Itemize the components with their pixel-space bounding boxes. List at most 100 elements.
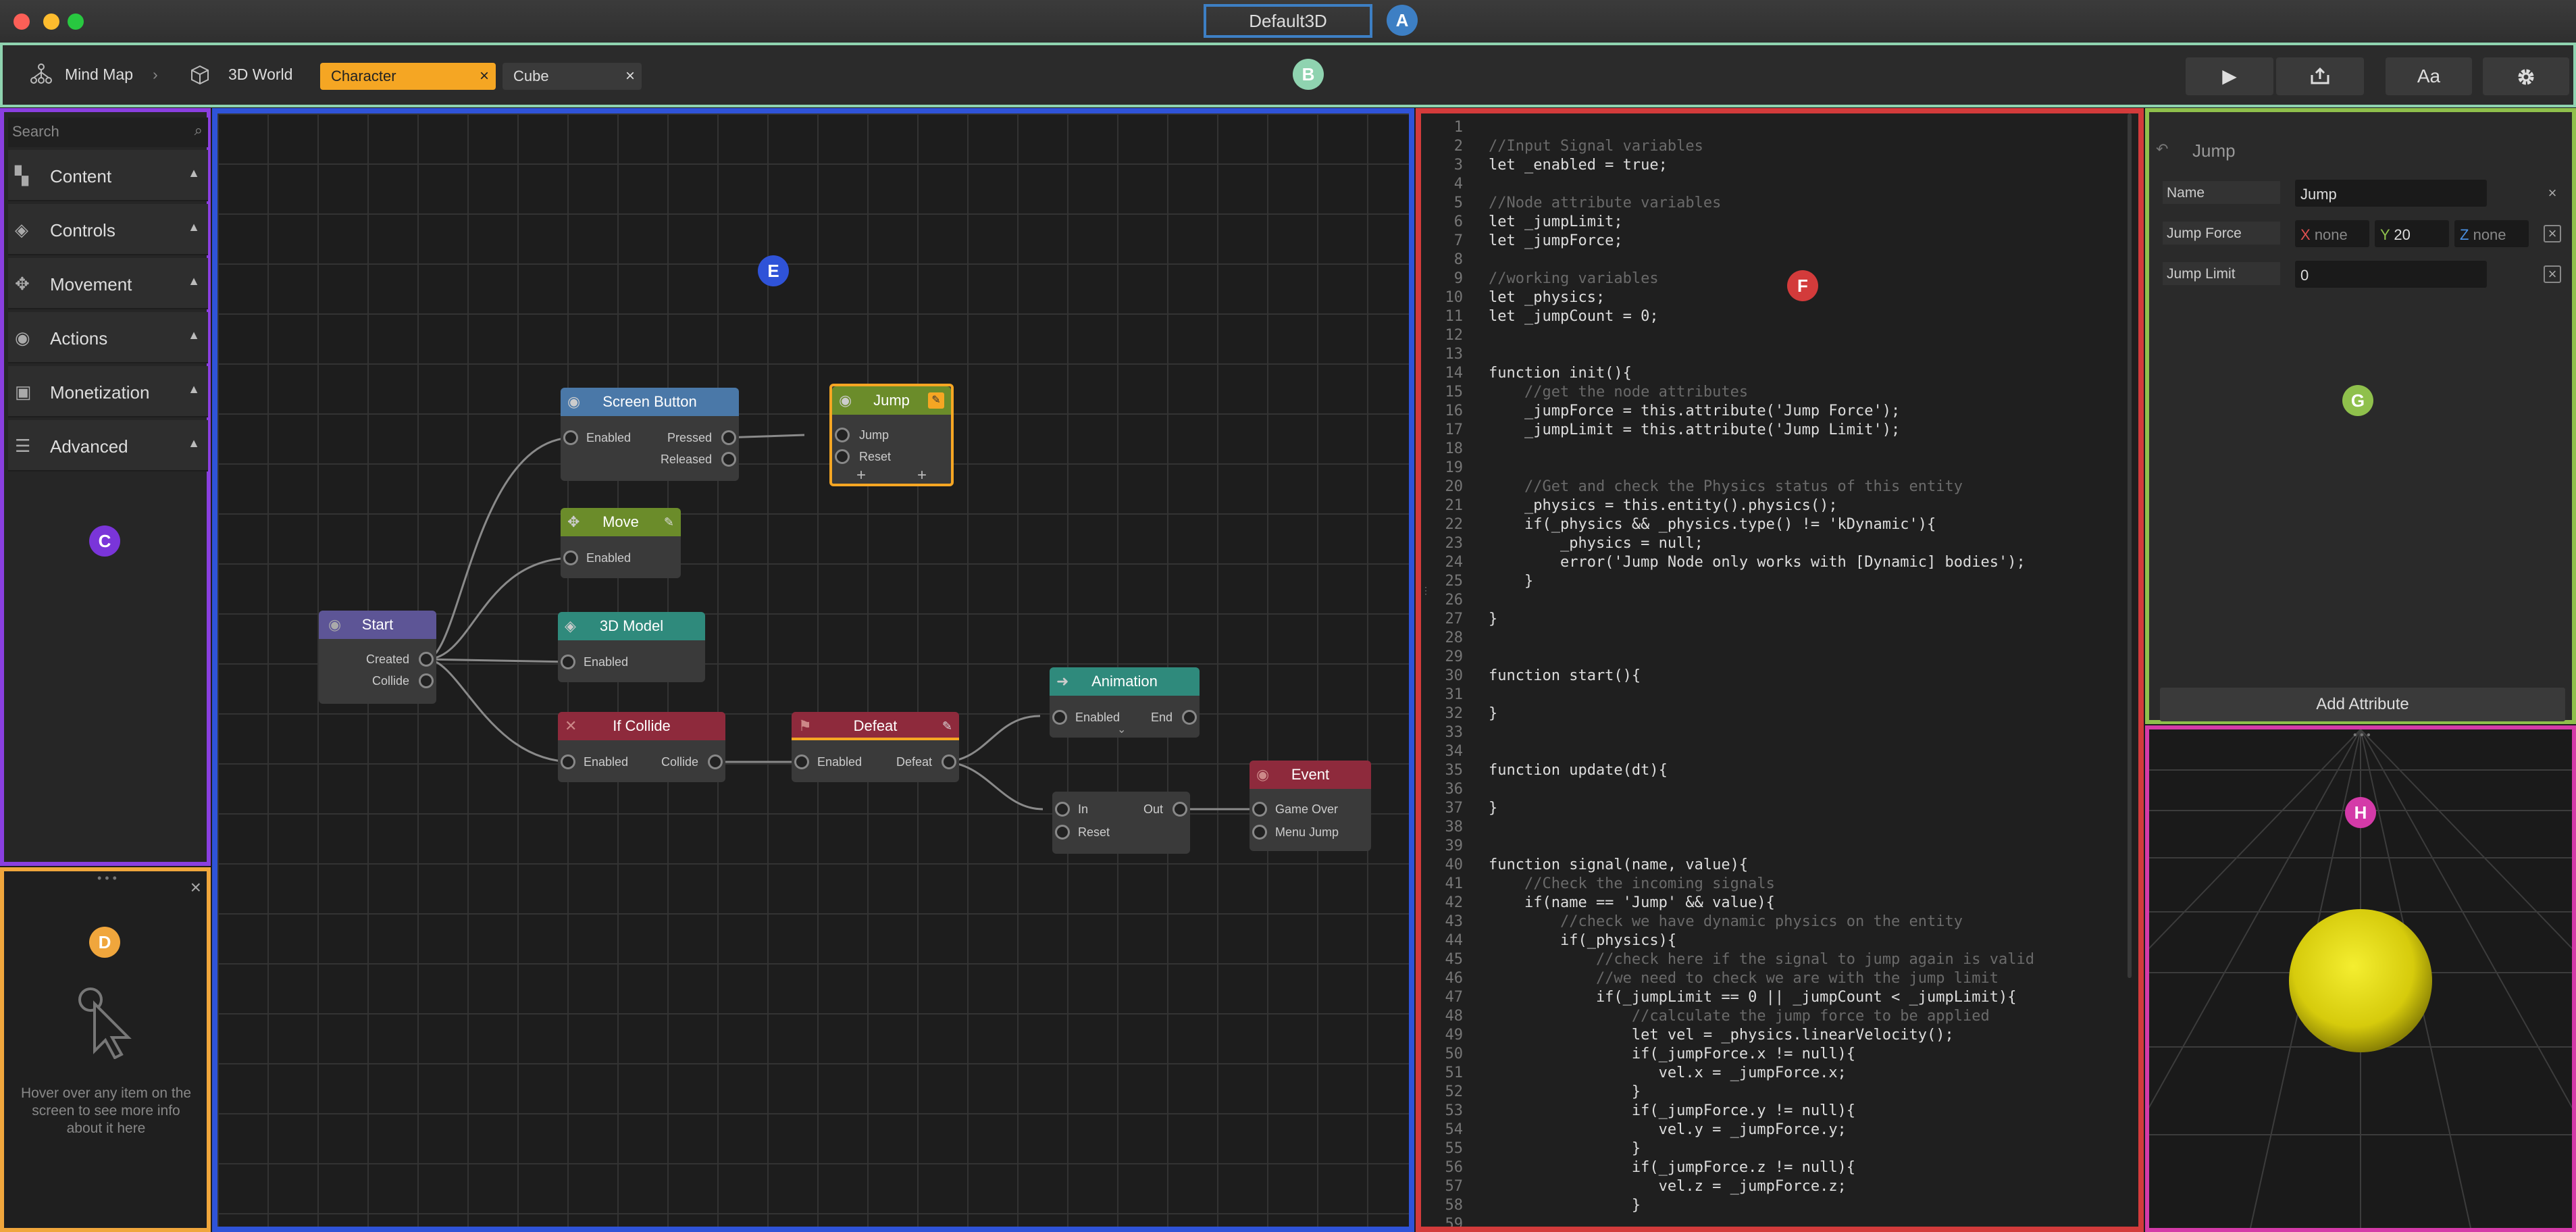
- clear-icon[interactable]: ×: [2544, 265, 2561, 283]
- jump-force-y-field[interactable]: Y 20: [2375, 220, 2449, 247]
- resize-handle[interactable]: • • •: [2353, 729, 2371, 742]
- 3d-viewport[interactable]: • • • H: [2145, 725, 2576, 1232]
- port-out[interactable]: [419, 652, 434, 667]
- node-screen-button[interactable]: ◉ Screen Button Enabled Pressed Released: [561, 388, 739, 481]
- port-in[interactable]: [563, 550, 578, 565]
- play-button[interactable]: ▶: [2186, 57, 2273, 95]
- line-number: 9: [1453, 270, 1463, 287]
- breadcrumb-mind-map[interactable]: Mind Map: [65, 66, 133, 84]
- port-in[interactable]: [794, 754, 809, 769]
- node-if-collide[interactable]: ✕ If Collide Enabled Collide: [558, 712, 725, 782]
- chevron-down-icon[interactable]: ⌄: [1117, 723, 1126, 736]
- code-line: _physics = null;: [1489, 535, 1703, 552]
- port-out[interactable]: [708, 754, 723, 769]
- node-event[interactable]: ◉ Event Game Over Menu Jump: [1250, 761, 1371, 851]
- port-label: Created: [365, 652, 409, 666]
- add-port-icon[interactable]: +: [917, 466, 927, 485]
- port-out[interactable]: [1173, 802, 1187, 817]
- node-icon: ➜: [1056, 673, 1069, 690]
- edit-icon[interactable]: ✎: [664, 508, 674, 536]
- close-window-button[interactable]: [14, 14, 30, 30]
- port-in[interactable]: [835, 428, 850, 442]
- search-input[interactable]: Search ⌕: [8, 118, 208, 147]
- node-animation[interactable]: ➜ Animation Enabled End ⌄: [1050, 667, 1200, 738]
- port-out[interactable]: [1182, 710, 1197, 725]
- port-out[interactable]: [721, 430, 736, 445]
- add-port-icon[interactable]: +: [856, 466, 866, 485]
- resize-handle[interactable]: ⋮: [1421, 585, 1431, 612]
- code-editor[interactable]: 1 2//Input Signal variables 3 let _enabled …: [1416, 108, 2144, 1232]
- category-actions[interactable]: ◉ Actions ▲: [8, 312, 208, 363]
- tab-cube-label: Cube: [513, 68, 549, 84]
- name-field[interactable]: Jump: [2295, 180, 2487, 207]
- tab-character[interactable]: Character ×: [320, 63, 496, 90]
- title-bar: Default3D A: [0, 0, 2576, 43]
- category-label: Movement: [50, 274, 132, 294]
- grid-icon: ▚: [15, 165, 28, 186]
- node-defeat[interactable]: ⚑ Defeat ✎ Enabled Defeat: [792, 712, 959, 782]
- clear-icon[interactable]: ×: [2544, 184, 2561, 202]
- code-line: function start(){: [1489, 667, 1641, 684]
- port-in[interactable]: [1252, 802, 1267, 817]
- edit-icon[interactable]: ✎: [942, 712, 952, 740]
- node-sequence[interactable]: In Reset Out: [1052, 792, 1190, 854]
- tab-cube[interactable]: Cube ×: [503, 63, 642, 90]
- line-number: 12: [1445, 327, 1464, 344]
- jump-force-x-field[interactable]: X none: [2295, 220, 2369, 247]
- port-in[interactable]: [835, 449, 850, 464]
- maximize-window-button[interactable]: [68, 14, 84, 30]
- node-graph-canvas[interactable]: ◉ Start Created Collide ◉ Screen Button En…: [212, 108, 1414, 1232]
- port-out[interactable]: [942, 754, 956, 769]
- jump-limit-field[interactable]: 0: [2295, 261, 2487, 288]
- category-content[interactable]: ▚ Content ▲: [8, 150, 208, 201]
- close-tab-icon[interactable]: ×: [625, 63, 635, 90]
- category-advanced[interactable]: ☰ Advanced ▲: [8, 420, 208, 471]
- minimize-window-button[interactable]: [43, 14, 59, 30]
- jump-force-z-field[interactable]: Z none: [2454, 220, 2529, 247]
- marker-a: A: [1387, 5, 1418, 36]
- node-header: ➜ Animation: [1050, 667, 1200, 696]
- node-3d-model[interactable]: ◈ 3D Model Enabled: [558, 612, 705, 682]
- breadcrumb-3d-world[interactable]: 3D World: [228, 66, 292, 84]
- marker-h: H: [2345, 797, 2376, 828]
- scrollbar[interactable]: [2128, 113, 2132, 978]
- resize-handle[interactable]: • • •: [97, 871, 117, 886]
- export-button[interactable]: [2276, 57, 2364, 95]
- port-in[interactable]: [1052, 710, 1067, 725]
- port-in[interactable]: [563, 430, 578, 445]
- port-in[interactable]: [1252, 825, 1267, 840]
- back-arrow-icon[interactable]: ↶: [2156, 140, 2168, 158]
- port-out[interactable]: [721, 452, 736, 467]
- clear-icon[interactable]: ×: [2544, 225, 2561, 242]
- code-line: _jumpForce = this.attribute('Jump Force'…: [1489, 403, 1901, 419]
- port-in[interactable]: [561, 654, 575, 669]
- controls-icon: ◈: [15, 220, 28, 240]
- line-number: 46: [1445, 970, 1464, 987]
- marker-c: C: [89, 525, 120, 557]
- node-jump[interactable]: ◉ Jump ✎ Jump Reset + +: [829, 384, 954, 486]
- sphere-model[interactable]: [2289, 909, 2432, 1052]
- port-in[interactable]: [1055, 802, 1070, 817]
- add-attribute-button[interactable]: Add Attribute: [2160, 688, 2565, 721]
- code-line: //Node attribute variables: [1489, 195, 1722, 211]
- node-start[interactable]: ◉ Start Created Collide: [319, 611, 436, 704]
- line-number: 29: [1445, 648, 1464, 665]
- code-line: //get the node attributes: [1489, 384, 1749, 401]
- line-number: 21: [1445, 497, 1464, 514]
- port-in[interactable]: [1055, 825, 1070, 840]
- category-movement[interactable]: ✥ Movement ▲: [8, 258, 208, 309]
- port-label: In: [1078, 802, 1089, 816]
- category-monetization[interactable]: ▣ Monetization ▲: [8, 366, 208, 417]
- line-number: 58: [1445, 1197, 1464, 1214]
- settings-button[interactable]: [2483, 57, 2569, 95]
- close-icon[interactable]: ×: [190, 877, 201, 898]
- line-number: 6: [1453, 213, 1463, 230]
- close-tab-icon[interactable]: ×: [480, 63, 489, 90]
- edit-icon[interactable]: ✎: [928, 392, 944, 409]
- category-controls[interactable]: ◈ Controls ▲: [8, 204, 208, 255]
- node-move[interactable]: ✥ Move ✎ Enabled: [561, 508, 681, 578]
- code-line: }: [1489, 800, 1498, 817]
- font-button[interactable]: Aa: [2386, 57, 2472, 95]
- port-in[interactable]: [561, 754, 575, 769]
- port-out[interactable]: [419, 673, 434, 688]
